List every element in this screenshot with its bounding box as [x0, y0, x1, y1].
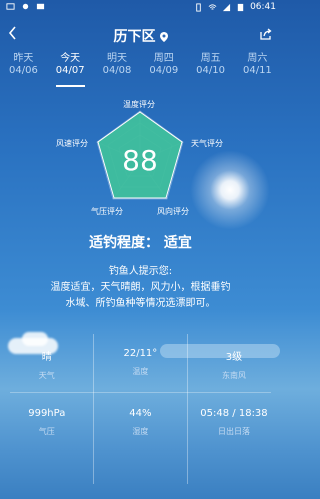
- stat-pressure: 999hPa 气压: [28, 408, 66, 436]
- label-wind-direction-score: 风向评分: [157, 207, 189, 216]
- radar-chart: [96, 110, 184, 200]
- suitability-level: 适钓程度： 适宜: [89, 235, 192, 251]
- stat-humidity: 44% 湿度: [129, 408, 152, 436]
- tips-line-1: 温度适宜，天气晴朗，风力小，根据垂钓: [50, 282, 231, 293]
- stat-temperature: 22/11° 温度: [123, 348, 158, 376]
- stat-sunrise-sunset: 05:48 / 18:38 日出日落: [200, 408, 268, 436]
- label-temp-score: 温度评分: [123, 100, 155, 109]
- tips-title: 钓鱼人提示您:: [108, 266, 173, 277]
- tips-line-2: 水域、所钓鱼种等情况选漂即可。: [65, 298, 216, 309]
- label-wind-speed-score: 风速评分: [56, 139, 88, 148]
- label-pressure-score: 气压评分: [91, 207, 123, 216]
- fishing-score: 88: [122, 144, 158, 177]
- weather-stats-row-2: 999hPa 气压 44% 湿度 05:48 / 18:38 日出日落: [0, 408, 281, 437]
- cloud-decoration: [22, 332, 48, 346]
- stat-weather: 晴天气: [38, 352, 55, 380]
- column-divider: [93, 334, 94, 484]
- weather-stats-row-1: 晴天气 22/11° 温度 3级 东南风: [0, 348, 281, 381]
- label-weather-score: 天气评分: [191, 139, 223, 148]
- column-divider: [187, 334, 188, 484]
- stat-wind: 3级 东南风: [221, 352, 246, 380]
- row-divider: [10, 392, 271, 393]
